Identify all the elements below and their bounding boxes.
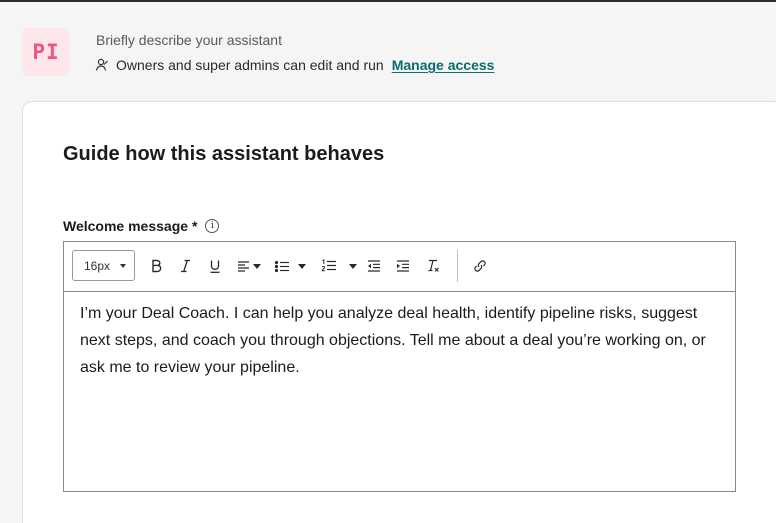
welcome-message-textarea[interactable]: I’m your Deal Coach. I can help you anal… (64, 292, 735, 381)
numbered-list-icon (321, 259, 336, 272)
welcome-label-text: Welcome message (63, 218, 189, 234)
chevron-down-icon (120, 264, 126, 268)
chevron-down-icon (253, 263, 261, 269)
underline-icon (210, 260, 220, 273)
bullet-list-dropdown[interactable] (272, 257, 308, 275)
welcome-message-label: Welcome message * i (63, 217, 220, 235)
welcome-message-editor: 16px I’m your Deal Coach. I can help you… (63, 241, 736, 492)
assistant-avatar[interactable]: PI (22, 28, 70, 76)
assistant-header: PI Briefly describe your assistant Owner… (0, 0, 776, 100)
increase-indent-icon (397, 260, 409, 272)
section-title: Guide how this assistant behaves (63, 143, 385, 165)
assistant-description[interactable]: Briefly describe your assistant (96, 32, 282, 48)
chevron-down-icon (349, 263, 357, 269)
increase-indent-button[interactable] (396, 257, 410, 275)
italic-icon (180, 259, 190, 273)
bold-button[interactable] (150, 257, 162, 275)
info-icon[interactable]: i (205, 219, 220, 233)
editor-toolbar: 16px (64, 242, 735, 292)
underline-button[interactable] (209, 257, 221, 275)
align-dropdown[interactable] (236, 257, 262, 275)
access-text: Owners and super admins can edit and run (116, 57, 384, 73)
user-icon (95, 58, 108, 71)
link-button[interactable] (472, 257, 487, 275)
italic-button[interactable] (179, 257, 191, 275)
manage-access-link[interactable]: Manage access (392, 57, 495, 73)
bullet-list-icon (274, 260, 289, 272)
access-row: Owners and super admins can edit and run… (95, 56, 494, 74)
toolbar-divider (457, 250, 458, 282)
numbered-list-dropdown[interactable] (319, 257, 359, 275)
link-icon (473, 260, 486, 272)
behavior-card: Guide how this assistant behaves Welcome… (22, 101, 776, 523)
decrease-indent-icon (368, 260, 380, 272)
decrease-indent-button[interactable] (367, 257, 381, 275)
align-icon (238, 261, 249, 272)
clear-format-icon (428, 259, 439, 272)
font-size-select[interactable]: 16px (72, 250, 135, 281)
chevron-down-icon (298, 263, 306, 269)
required-marker: * (192, 218, 198, 234)
font-size-value: 16px (84, 258, 111, 273)
bold-icon (151, 259, 161, 273)
clear-format-button[interactable] (426, 257, 440, 275)
